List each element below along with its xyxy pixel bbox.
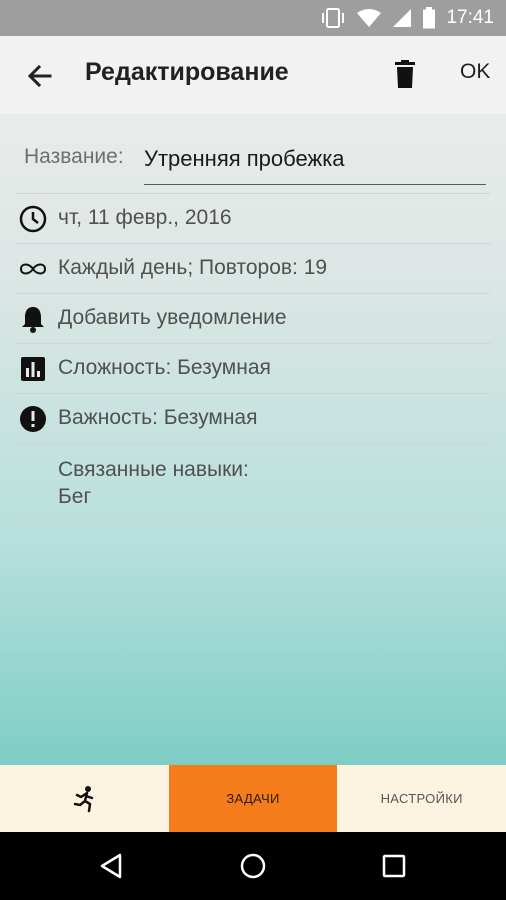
tab-settings[interactable]: НАСТРОЙКИ: [337, 765, 506, 832]
exclamation-icon: [20, 406, 46, 432]
name-label: Название:: [24, 145, 124, 168]
bottom-nav: ЗАДАЧИ НАСТРОЙКИ: [0, 765, 506, 832]
bell-icon: [22, 307, 44, 333]
tab-skills[interactable]: [0, 765, 169, 832]
recents-square-icon[interactable]: [380, 852, 408, 880]
delete-icon[interactable]: [389, 58, 421, 90]
reminder-text: Добавить уведомление: [58, 306, 287, 329]
date-row[interactable]: чт, 11 февр., 2016: [16, 193, 490, 244]
repeat-text: Каждый день; Повторов: 19: [58, 256, 328, 279]
ok-button[interactable]: OK: [460, 60, 490, 84]
app-bar: Редактирование OK: [0, 36, 506, 114]
battery-icon: [423, 7, 436, 29]
system-nav-bar: [0, 832, 506, 900]
importance-row[interactable]: Важность: Безумная: [16, 393, 490, 444]
linked-skills-row[interactable]: Связанные навыки: Бег: [16, 443, 490, 522]
reminder-row[interactable]: Добавить уведомление: [16, 293, 490, 344]
repeat-row[interactable]: Каждый день; Повторов: 19: [16, 243, 490, 294]
status-time: 17:41: [446, 7, 494, 28]
name-input[interactable]: [144, 140, 486, 185]
vibrate-icon: [322, 8, 345, 28]
signal-icon: [393, 9, 412, 27]
edit-form: Название: чт, 11 февр., 2016 Каждый день…: [0, 114, 506, 765]
tab-tasks[interactable]: ЗАДАЧИ: [168, 765, 338, 832]
name-row: Название:: [24, 140, 486, 185]
back-arrow-icon[interactable]: [24, 60, 56, 92]
linked-skills-label: Связанные навыки:: [58, 458, 249, 481]
importance-text: Важность: Безумная: [58, 406, 258, 429]
wifi-icon: [357, 9, 382, 27]
linked-skills-value: Бег: [58, 485, 92, 508]
infinity-icon: [19, 263, 47, 275]
bar-chart-icon: [21, 357, 45, 381]
linked-skills-text: Связанные навыки: Бег: [58, 456, 249, 510]
difficulty-row[interactable]: Сложность: Безумная: [16, 343, 490, 394]
running-man-icon: [74, 785, 94, 812]
home-circle-icon[interactable]: [239, 852, 267, 880]
difficulty-text: Сложность: Безумная: [58, 356, 271, 379]
clock-icon: [19, 205, 47, 233]
date-text: чт, 11 февр., 2016: [58, 206, 232, 229]
status-bar: 17:41: [0, 0, 506, 36]
page-title: Редактирование: [85, 58, 289, 86]
back-triangle-icon[interactable]: [98, 852, 126, 880]
